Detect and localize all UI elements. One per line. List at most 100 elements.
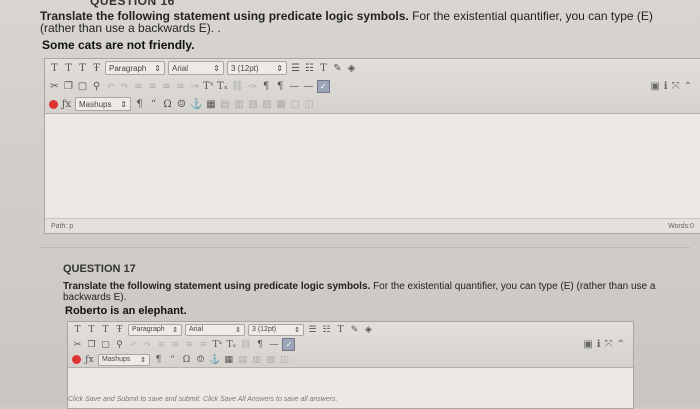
undo-icon[interactable]: ↶ <box>128 339 139 350</box>
font-select[interactable]: Arial ⇕ <box>168 61 224 75</box>
anchor-icon[interactable]: ⚓ <box>190 98 202 111</box>
justify-icon[interactable]: ≡ <box>175 80 186 93</box>
subscript-icon[interactable]: Tₓ <box>217 80 228 93</box>
collapse-icon[interactable]: ⌃ <box>684 81 692 92</box>
italic-text-button[interactable]: T <box>86 324 97 335</box>
table-delete-icon[interactable]: ▢ <box>289 98 300 111</box>
table-merge-icon[interactable]: ▨ <box>261 98 272 111</box>
ltr-icon[interactable]: ¶ <box>261 80 272 93</box>
omega-icon[interactable]: Ω <box>181 354 192 365</box>
spellcheck-icon[interactable]: ✓ <box>282 338 296 351</box>
strikethrough-button[interactable]: Ŧ <box>91 62 102 75</box>
expand-icon[interactable]: ⤧ <box>605 339 613 350</box>
table-icon[interactable]: ▦ <box>223 354 234 365</box>
italic-text-button[interactable]: T <box>63 62 74 75</box>
paragraph-select[interactable]: Paragraph ⇕ <box>105 61 165 75</box>
table-cell-icon[interactable]: ▧ <box>265 354 276 365</box>
rtl-icon[interactable]: ¶ <box>275 80 286 93</box>
collapse-icon[interactable]: ⌃ <box>617 339 625 350</box>
align-right-icon[interactable]: ≡ <box>184 339 195 350</box>
superscript-icon[interactable]: Tˣ <box>203 80 214 93</box>
bold-text-button[interactable]: T <box>72 324 83 335</box>
find-icon[interactable]: ⚲ <box>114 339 125 350</box>
redo-icon[interactable]: ↷ <box>142 339 153 350</box>
html-icon[interactable]: ◫ <box>279 354 290 365</box>
numbered-list-icon[interactable]: ☷ <box>304 62 315 75</box>
table-col-icon[interactable]: ▥ <box>251 354 262 365</box>
info-icon[interactable]: ℹ <box>664 81 668 92</box>
align-right-icon[interactable]: ≡ <box>161 80 172 93</box>
record-icon[interactable] <box>72 355 81 364</box>
highlight-icon[interactable]: ✎ <box>349 324 360 335</box>
eraser-icon[interactable]: ◈ <box>346 62 357 75</box>
link-icon[interactable]: ⛓ <box>231 80 244 93</box>
table-col-icon[interactable]: ▥ <box>233 98 244 111</box>
bullet-list-icon[interactable]: ☰ <box>307 324 318 335</box>
editor-text-area[interactable] <box>45 114 700 218</box>
info-icon[interactable]: ℹ <box>597 339 601 350</box>
align-left-icon[interactable]: ≡ <box>133 80 144 93</box>
paragraph-mark-icon[interactable]: ¶ <box>134 98 145 111</box>
font-size-select[interactable]: 3 (12pt) ⇕ <box>227 61 287 75</box>
question-prompt: Translate the following statement using … <box>40 9 653 35</box>
font-select[interactable]: Arial ⇕ <box>185 323 245 336</box>
quote-icon[interactable]: “ <box>167 354 178 365</box>
copy-icon[interactable]: ❐ <box>63 80 74 93</box>
record-icon[interactable] <box>49 99 58 109</box>
table-cell-icon[interactable]: ▧ <box>247 98 258 111</box>
bullet-list-icon[interactable]: ☰ <box>290 62 301 75</box>
paste-icon[interactable]: ▢ <box>100 339 111 350</box>
cut-icon[interactable]: ✂ <box>72 339 83 350</box>
link-icon[interactable]: ⛓ <box>240 339 251 350</box>
mashups-select[interactable]: Mashups ⇕ <box>75 97 131 111</box>
align-center-icon[interactable]: ≡ <box>170 339 181 350</box>
mashups-select[interactable]: Mashups ⇕ <box>98 353 150 366</box>
formula-icon[interactable]: ƒx <box>61 98 72 111</box>
chat-icon[interactable]: ▣ <box>650 81 659 92</box>
highlight-icon[interactable]: ✎ <box>332 62 343 75</box>
table-split-icon[interactable]: ▩ <box>275 98 286 111</box>
chat-icon[interactable]: ▣ <box>583 339 592 350</box>
paragraph-mark-icon[interactable]: ¶ <box>153 354 164 365</box>
hr-icon[interactable]: — <box>268 339 279 350</box>
paragraph-select[interactable]: Paragraph ⇕ <box>128 323 182 336</box>
bold-text-button[interactable]: T <box>49 62 60 75</box>
paste-icon[interactable]: ▢ <box>77 80 88 93</box>
expand-icon[interactable]: ⤧ <box>672 81 680 92</box>
html-icon[interactable]: ◫ <box>303 98 314 111</box>
table-row-icon[interactable]: ▤ <box>237 354 248 365</box>
table-icon[interactable]: ▦ <box>205 98 216 111</box>
indent-icon[interactable]: ⇥ <box>189 80 200 93</box>
text-color-icon[interactable]: T <box>335 324 346 335</box>
rich-text-editor[interactable]: T T T Ŧ Paragraph ⇕ Arial ⇕ 3 (12pt) ⇕ ☰ ☷ … <box>44 58 700 234</box>
underline-text-button[interactable]: T <box>77 62 88 75</box>
align-left-icon[interactable]: ≡ <box>156 339 167 350</box>
spellcheck-icon[interactable]: ✓ <box>316 79 330 93</box>
emoji-icon[interactable]: ☺ <box>195 354 206 365</box>
eraser-icon[interactable]: ◈ <box>363 324 374 335</box>
find-icon[interactable]: ⚲ <box>91 80 102 93</box>
align-center-icon[interactable]: ≡ <box>147 80 158 93</box>
copy-icon[interactable]: ❐ <box>86 339 97 350</box>
superscript-icon[interactable]: Tˣ <box>212 339 223 350</box>
hr2-icon[interactable]: — <box>303 80 314 93</box>
cut-icon[interactable]: ✂ <box>49 80 60 93</box>
font-size-select[interactable]: 3 (12pt) ⇕ <box>248 323 304 336</box>
emoji-icon[interactable]: ☺ <box>176 98 187 111</box>
formula-icon[interactable]: ƒx <box>84 354 95 365</box>
table-row-icon[interactable]: ▤ <box>219 98 230 111</box>
text-color-icon[interactable]: T <box>318 62 329 75</box>
redo-icon[interactable]: ↷ <box>119 80 130 93</box>
hr-icon[interactable]: — <box>289 80 300 93</box>
strikethrough-button[interactable]: Ŧ <box>114 324 125 335</box>
underline-text-button[interactable]: T <box>100 324 111 335</box>
anchor-icon[interactable]: ⚓ <box>209 354 220 365</box>
omega-icon[interactable]: Ω <box>162 98 173 111</box>
subscript-icon[interactable]: Tₓ <box>226 339 237 350</box>
unlink-icon[interactable]: ⤼ <box>247 80 258 93</box>
quote-icon[interactable]: “ <box>148 98 159 111</box>
numbered-list-icon[interactable]: ☷ <box>321 324 332 335</box>
justify-icon[interactable]: ≡ <box>198 339 209 350</box>
ltr-icon[interactable]: ¶ <box>254 339 265 350</box>
undo-icon[interactable]: ↶ <box>105 80 116 93</box>
